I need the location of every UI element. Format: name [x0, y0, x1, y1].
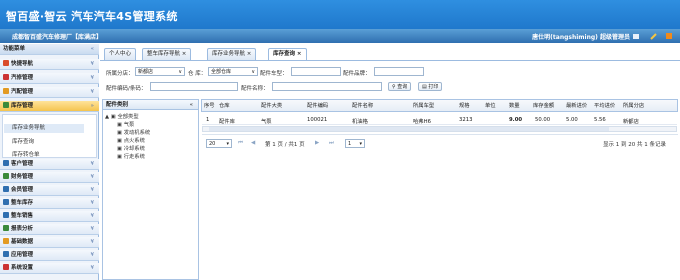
sidebar-subitem-inventory-query[interactable]: 库存查询 — [4, 137, 34, 145]
sidebar-subitem-transfer[interactable]: 库存转仓单 — [4, 150, 40, 158]
table-cell: 9.00 — [509, 117, 523, 123]
page-indicator: 第 1 页 / 共1 页 — [265, 142, 305, 148]
col-header: 平均进价 — [594, 103, 616, 109]
next-page-icon[interactable]: ▶ — [315, 140, 319, 146]
prev-page-icon[interactable]: ◀ — [251, 140, 255, 146]
category-panel-title: 配件类别 « — [102, 99, 199, 110]
sidebar-item-apps[interactable]: 应用管理 ¥ — [0, 250, 99, 261]
col-header: 所属车型 — [413, 103, 435, 109]
sidebar-item-inventory[interactable]: 库存管理» — [0, 101, 99, 112]
part-type-input[interactable] — [291, 67, 341, 76]
col-header: 序号 — [204, 103, 215, 109]
logout-icon[interactable] — [665, 32, 673, 40]
table-cell: 哈弗H6 — [413, 119, 431, 125]
sidebar: 功能菜单 « 快捷导航 ¥ 汽修管理 ¥ 汽配管理 ¥ 库存管理» 库存业务导航 库存查… — [0, 44, 99, 280]
sidebar-subitem-inventory-nav[interactable]: 库存业务导航 — [4, 124, 84, 133]
sidebar-item-member[interactable]: 会员管理 ¥ — [0, 185, 99, 196]
table-cell: 100021 — [307, 117, 328, 123]
part-name-input[interactable] — [272, 82, 382, 91]
store-label: 仓 库： — [188, 71, 207, 77]
store-name: 成都智百盛汽车修理厂【库满店】 — [12, 34, 103, 41]
table-cell: 配件库 — [219, 119, 235, 125]
part-brand-label: 配件品牌： — [343, 71, 371, 77]
record-summary: 显示 1 到 20 共 1 条记录 — [603, 142, 666, 148]
part-brand-input[interactable] — [374, 67, 424, 76]
user-name: 唐仕明(tangshiming) 超级管理员 — [532, 34, 630, 41]
page-number-select[interactable]: 1 ▾ — [345, 139, 365, 148]
part-code-input[interactable] — [150, 82, 238, 91]
last-page-icon[interactable]: ⏭ — [329, 140, 334, 147]
tree-root[interactable]: ▲ ▣ 全部类型 — [105, 112, 139, 120]
first-page-icon[interactable]: ⏮ — [238, 140, 243, 147]
col-header: 配件大类 — [261, 103, 283, 109]
tree-item[interactable]: ▣ 气泵 — [117, 120, 134, 128]
col-header: 仓库 — [219, 103, 230, 109]
tree-item[interactable]: ▣ 点火系统 — [117, 136, 145, 144]
tab-inventory-nav[interactable]: 库存业务导航 × — [207, 48, 257, 60]
col-header: 单位 — [485, 103, 496, 109]
col-header: 配件编码 — [307, 103, 329, 109]
tab-inventory-query[interactable]: 库存查询 × — [268, 48, 307, 60]
app-title: 智百盛·智云 汽车汽车4S管理系统 — [6, 10, 178, 23]
sidebar-title: 功能菜单 « — [0, 44, 99, 55]
home-icon[interactable] — [632, 32, 640, 40]
sidebar-item-repair[interactable]: 汽修管理 ¥ — [0, 73, 99, 84]
table-cell: 气泵 — [261, 119, 272, 125]
sidebar-item-customer[interactable]: 客户管理 ¥ — [0, 159, 99, 170]
col-header: 数量 — [509, 103, 520, 109]
tab-personal[interactable]: 个人中心 — [104, 48, 137, 60]
branch-select[interactable]: 新都店 ∨ — [135, 67, 185, 76]
tree-item[interactable]: ▣ 发动机系统 — [117, 128, 150, 136]
col-header: 最新进价 — [566, 103, 588, 109]
store-select[interactable]: 全部仓库 ∨ — [208, 67, 258, 76]
table-cell: 机油格 — [352, 119, 368, 125]
col-header: 配件名称 — [352, 103, 374, 109]
sidebar-item-base-data[interactable]: 基础数据 ¥ — [0, 237, 99, 248]
table-cell: 5.00 — [566, 117, 578, 123]
part-type-label: 配件车型： — [260, 71, 288, 77]
col-header: 所属分店 — [623, 103, 645, 109]
tree-item[interactable]: ▣ 冷却系统 — [117, 144, 145, 152]
sidebar-item-parts[interactable]: 汽配管理 ¥ — [0, 87, 99, 98]
info-bar: 成都智百盛汽车修理厂【库满店】 唐仕明(tangshiming) 超级管理员 — [0, 29, 680, 43]
table-cell: 5.56 — [594, 117, 606, 123]
tab-vehicle-stock-nav[interactable]: 整车库存导航 × — [142, 48, 192, 60]
part-code-label: 配件编码/条码： — [106, 86, 147, 92]
col-header: 规格 — [459, 103, 470, 109]
part-name-label: 配件名称： — [241, 86, 269, 92]
table-cell: 50.00 — [535, 117, 551, 123]
query-button[interactable]: ⚲ 查询 — [388, 82, 412, 91]
table-cell: 1 — [206, 117, 210, 123]
scrollbar-thumb[interactable] — [209, 127, 609, 131]
col-header: 库存金额 — [533, 103, 555, 109]
table-cell: 新都店 — [623, 119, 639, 125]
sidebar-item-settings[interactable]: 系统设置 ¥ — [0, 263, 99, 274]
tree-item[interactable]: ▣ 行走系统 — [117, 152, 145, 160]
branch-label: 所属分店： — [106, 71, 134, 77]
page-size-select[interactable]: 20 ▾ — [206, 139, 232, 148]
key-icon[interactable] — [650, 32, 658, 40]
print-button[interactable]: ▤ 打印 — [418, 82, 443, 91]
sidebar-item-quick-nav[interactable]: 快捷导航 ¥ — [0, 59, 99, 70]
sidebar-item-vehicle-stock[interactable]: 整车库存 ¥ — [0, 198, 99, 209]
table-cell: 3213 — [459, 117, 473, 123]
sidebar-item-finance[interactable]: 财务管理 ¥ — [0, 172, 99, 183]
sidebar-item-reports[interactable]: 报表分析 ¥ — [0, 224, 99, 235]
sidebar-item-vehicle-sales[interactable]: 整车销售 ¥ — [0, 211, 99, 222]
